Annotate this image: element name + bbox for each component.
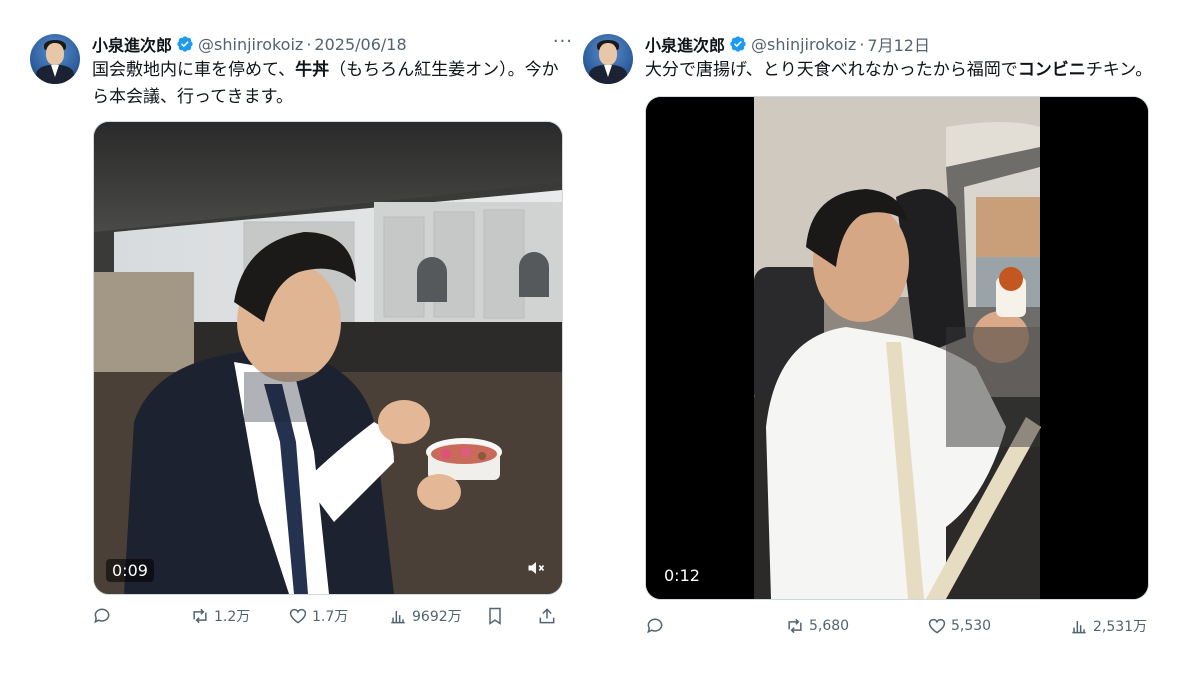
tweet-date[interactable]: 2025/06/18	[314, 35, 406, 54]
tweet-text-bold: 牛丼	[295, 60, 330, 80]
tweet-header: 小泉進次郎 @shinjirokoiz · 2025/06/18 ···	[92, 31, 575, 56]
bookmark-icon	[489, 607, 501, 625]
tweet-text-bold: コンビニ	[1017, 60, 1086, 80]
share-icon	[539, 608, 555, 624]
retweet-icon	[788, 618, 802, 634]
like-icon	[289, 608, 307, 624]
view-count: 9692万	[412, 609, 462, 625]
avatar[interactable]	[583, 34, 633, 84]
views-icon	[1072, 621, 1086, 634]
tweet-right: 小泉進次郎 @shinjirokoiz · 7月12日 大分で唐揚げ、とり天食べ…	[583, 0, 1173, 679]
video-player[interactable]: 0:09	[93, 121, 563, 595]
retweet-button[interactable]: 1.2万	[190, 606, 250, 626]
retweet-button[interactable]: 5,680	[785, 616, 849, 636]
video-timecode: 0:12	[658, 564, 706, 587]
like-button[interactable]: 5,530	[927, 616, 991, 636]
bookmark-button[interactable]	[485, 606, 509, 626]
author-handle[interactable]: @shinjirokoiz	[198, 35, 303, 54]
tweet-text-part: 国会敷地内に車を停めて、	[92, 60, 296, 80]
views-icon	[391, 611, 405, 624]
mute-icon[interactable]	[526, 558, 546, 578]
action-bar: 1.2万 1.7万 9692万	[92, 604, 575, 628]
verified-badge-icon	[730, 36, 746, 52]
tweet-text-part: チキン。	[1085, 60, 1153, 80]
views-button[interactable]: 2,531万	[1069, 616, 1147, 636]
like-button[interactable]: 1.7万	[288, 606, 348, 626]
tweet-header: 小泉進次郎 @shinjirokoiz · 7月12日	[645, 32, 1173, 56]
reply-button[interactable]	[92, 606, 116, 626]
tweet-text: 大分で唐揚げ、とり天食べれなかったから福岡でコンビニチキン。	[645, 57, 1173, 84]
view-count: 2,531万	[1093, 619, 1148, 635]
more-icon[interactable]: ···	[553, 31, 573, 52]
video-timecode: 0:09	[106, 559, 154, 582]
tweet-text: 国会敷地内に車を停めて、牛丼（もちろん紅生姜オン）。今から本会議、行ってきます。	[92, 57, 575, 111]
video-frame	[94, 122, 562, 594]
separator: ·	[306, 34, 312, 54]
retweet-count: 1.2万	[214, 609, 251, 625]
video-frame	[646, 97, 1148, 599]
reply-button[interactable]	[645, 616, 669, 636]
author-name[interactable]: 小泉進次郎	[92, 32, 172, 56]
like-count: 1.7万	[312, 609, 349, 625]
like-icon	[928, 618, 946, 634]
author-name[interactable]: 小泉進次郎	[645, 32, 725, 56]
avatar[interactable]	[30, 34, 80, 84]
views-button[interactable]: 9692万	[388, 606, 462, 626]
reply-icon	[94, 608, 110, 624]
author-handle[interactable]: @shinjirokoiz	[751, 35, 856, 54]
verified-badge-icon	[177, 36, 193, 52]
retweet-count: 5,680	[809, 618, 850, 634]
retweet-icon	[193, 608, 207, 624]
share-button[interactable]	[537, 606, 561, 626]
tweet-date[interactable]: 7月12日	[867, 32, 930, 56]
tweet-left: 小泉進次郎 @shinjirokoiz · 2025/06/18 ··· 国会敷…	[30, 0, 575, 679]
reply-icon	[647, 618, 663, 634]
action-bar: 5,680 5,530 2,531万	[645, 614, 1173, 638]
separator: ·	[859, 34, 865, 54]
video-player[interactable]: 0:12	[645, 96, 1149, 600]
tweet-text-part: 大分で唐揚げ、とり天食べれなかったから福岡で	[645, 60, 1018, 80]
like-count: 5,530	[951, 618, 992, 634]
